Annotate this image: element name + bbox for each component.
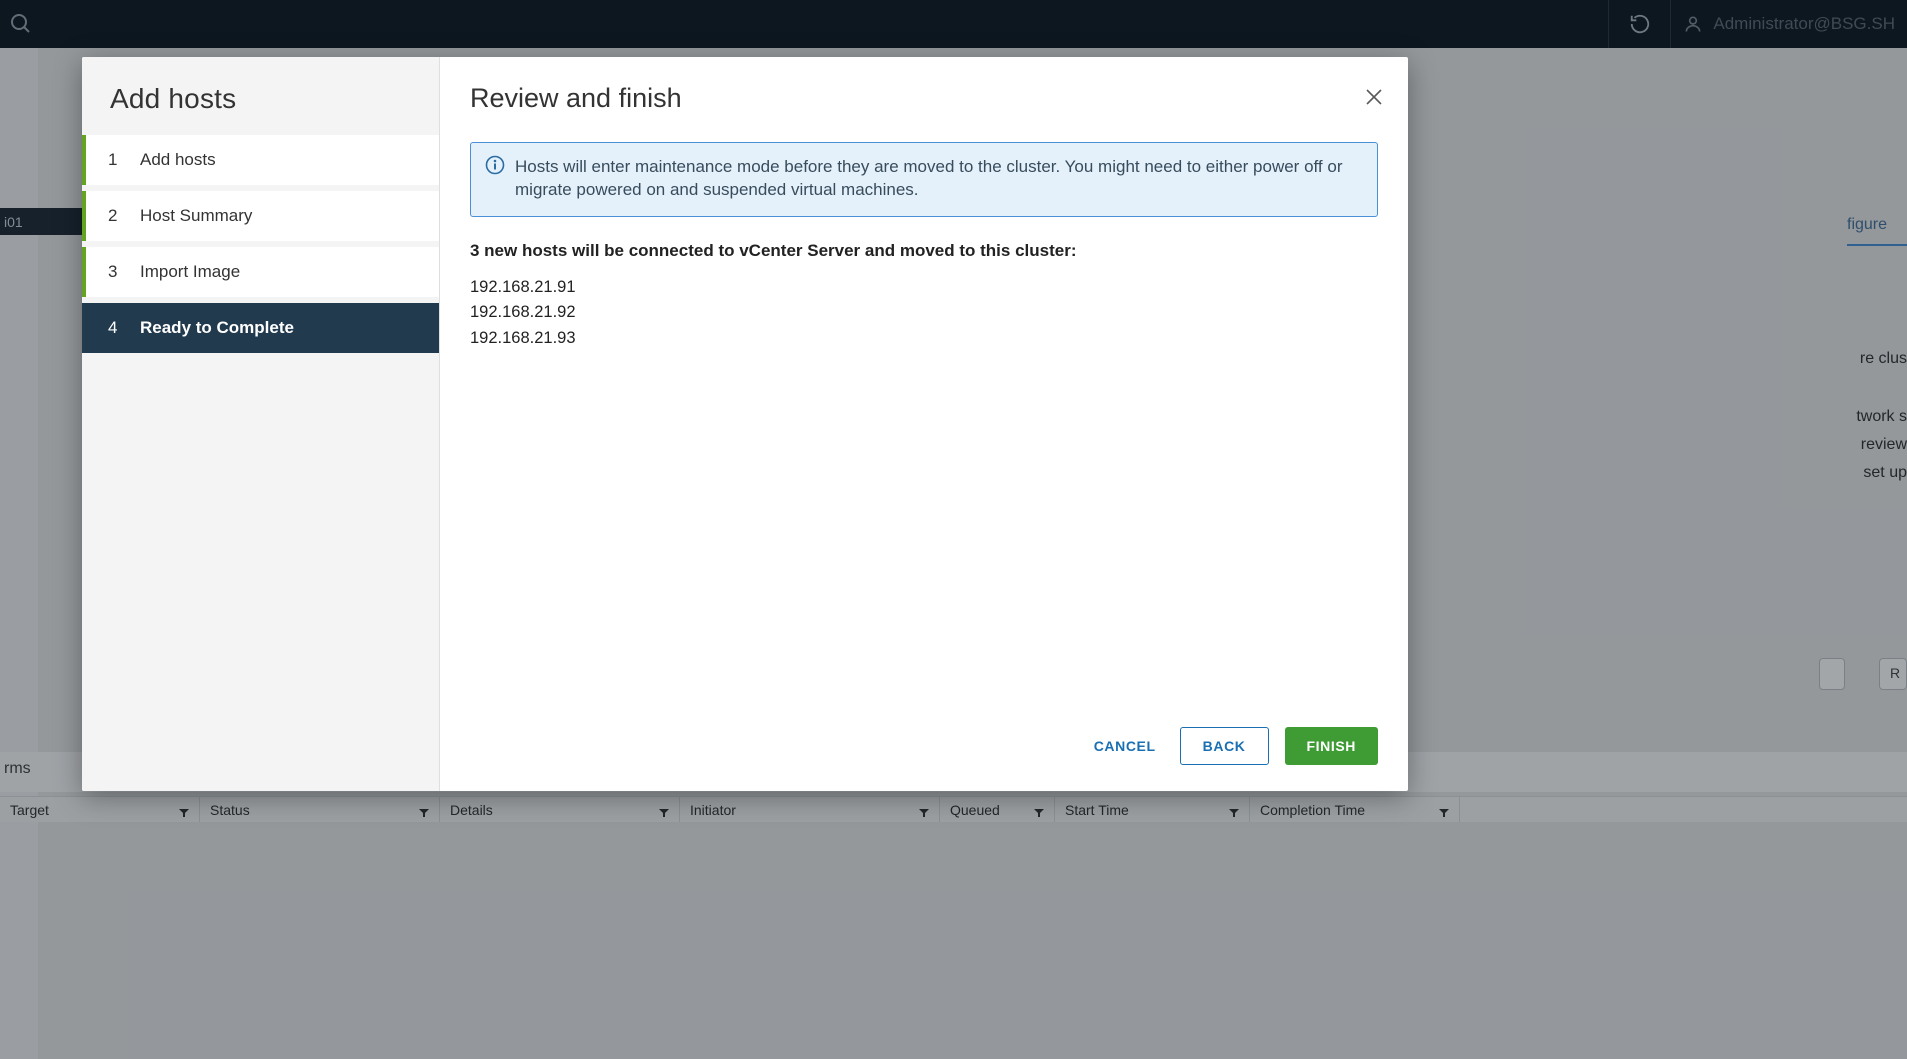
wizard-sidebar: Add hosts 1 Add hosts 2 Host Summary 3 I… bbox=[82, 57, 440, 791]
close-button[interactable] bbox=[1360, 83, 1388, 111]
step-label: Ready to Complete bbox=[140, 318, 294, 338]
host-entry: 192.168.21.93 bbox=[470, 326, 1378, 352]
host-entry: 192.168.21.92 bbox=[470, 300, 1378, 326]
wizard-button-row: CANCEL BACK FINISH bbox=[1086, 727, 1378, 765]
content-heading: Review and finish bbox=[470, 83, 1378, 114]
step-label: Import Image bbox=[140, 262, 240, 282]
wizard-title: Add hosts bbox=[82, 83, 439, 135]
host-list: 192.168.21.91 192.168.21.92 192.168.21.9… bbox=[470, 275, 1378, 352]
wizard-step-import-image[interactable]: 3 Import Image bbox=[82, 247, 439, 297]
step-number: 4 bbox=[108, 318, 122, 338]
step-number: 1 bbox=[108, 150, 122, 170]
host-entry: 192.168.21.91 bbox=[470, 275, 1378, 301]
close-icon bbox=[1364, 87, 1384, 107]
finish-button[interactable]: FINISH bbox=[1285, 727, 1379, 765]
info-text: Hosts will enter maintenance mode before… bbox=[515, 157, 1343, 199]
step-label: Host Summary bbox=[140, 206, 252, 226]
wizard-step-ready-to-complete[interactable]: 4 Ready to Complete bbox=[82, 303, 439, 353]
add-hosts-wizard-modal: Add hosts 1 Add hosts 2 Host Summary 3 I… bbox=[82, 57, 1408, 791]
summary-heading: 3 new hosts will be connected to vCenter… bbox=[470, 241, 1378, 261]
step-number: 2 bbox=[108, 206, 122, 226]
back-button[interactable]: BACK bbox=[1180, 727, 1269, 765]
wizard-step-add-hosts[interactable]: 1 Add hosts bbox=[82, 135, 439, 185]
step-label: Add hosts bbox=[140, 150, 216, 170]
info-icon bbox=[485, 155, 505, 175]
cancel-button[interactable]: CANCEL bbox=[1086, 728, 1164, 764]
wizard-steps: 1 Add hosts 2 Host Summary 3 Import Imag… bbox=[82, 135, 439, 353]
step-number: 3 bbox=[108, 262, 122, 282]
info-banner: Hosts will enter maintenance mode before… bbox=[470, 142, 1378, 217]
wizard-content: Review and finish Hosts will enter maint… bbox=[440, 57, 1408, 791]
wizard-step-host-summary[interactable]: 2 Host Summary bbox=[82, 191, 439, 241]
